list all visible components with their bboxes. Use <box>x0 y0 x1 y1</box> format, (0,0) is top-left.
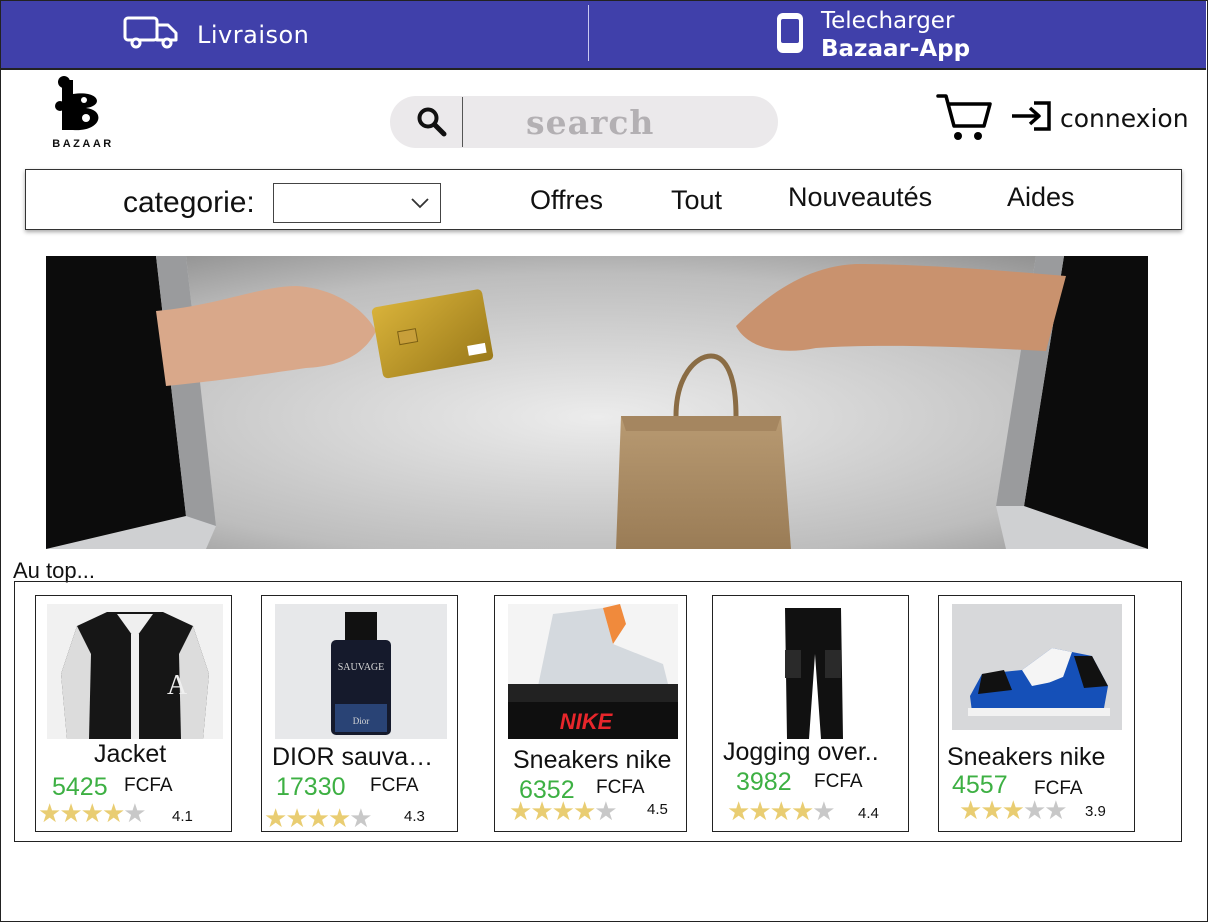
product-card[interactable]: Sneakers nike 4557 FCFA ★★★★★ 3.9 <box>938 595 1135 832</box>
product-card[interactable]: NIKE Sneakers nike 6352 FCFA ★★★★★ 4.5 <box>494 595 687 832</box>
star-filled-icon: ★ <box>285 803 308 833</box>
product-price: 3982 <box>736 768 792 796</box>
svg-text:NIKE: NIKE <box>560 709 614 734</box>
login-label: connexion <box>1060 104 1189 133</box>
svg-text:Dior: Dior <box>353 716 370 726</box>
star-rating: ★★★★★ <box>38 798 147 828</box>
star-filled-icon: ★ <box>1001 795 1025 825</box>
star-empty-icon: ★ <box>1044 795 1067 825</box>
product-currency: FCFA <box>124 775 173 796</box>
download-app-link[interactable]: Telecharger Bazaar-App <box>775 7 970 63</box>
star-rating: ★★★★★ <box>727 796 836 826</box>
search-icon[interactable] <box>416 106 448 143</box>
rating-value: 4.5 <box>647 801 668 818</box>
product-list: A Jacket 5425 FCFA ★★★★★ 4.1 SAUVAGE Dio… <box>14 581 1182 842</box>
phone-icon <box>775 11 805 60</box>
star-filled-icon: ★ <box>572 796 596 826</box>
svg-text:SAUVAGE: SAUVAGE <box>338 662 385 673</box>
star-filled-icon: ★ <box>509 796 532 826</box>
truck-icon <box>123 15 179 54</box>
star-empty-icon: ★ <box>1022 795 1046 825</box>
star-filled-icon: ★ <box>769 796 793 826</box>
rating-value: 3.9 <box>1085 803 1106 820</box>
search-separator <box>462 97 463 147</box>
star-filled-icon: ★ <box>959 795 982 825</box>
svg-text:A: A <box>167 670 188 701</box>
login-icon <box>1010 100 1052 137</box>
login-link[interactable]: connexion <box>1010 100 1189 137</box>
product-name: Sneakers nike <box>947 743 1106 771</box>
star-filled-icon: ★ <box>264 803 287 833</box>
product-price: 17330 <box>276 773 346 801</box>
product-currency: FCFA <box>814 771 863 792</box>
product-name: DIOR sauva… <box>272 743 434 771</box>
product-name: Jogging over.. <box>723 738 879 766</box>
star-rating: ★★★★★ <box>264 803 373 833</box>
star-filled-icon: ★ <box>790 796 814 826</box>
star-empty-icon: ★ <box>812 796 835 826</box>
delivery-link[interactable]: Livraison <box>123 15 309 54</box>
product-image: SAUVAGE Dior <box>275 604 447 739</box>
star-filled-icon: ★ <box>980 795 1003 825</box>
bazaar-logo-mark <box>55 76 99 131</box>
bazaar-logo[interactable]: BAZAAR <box>48 76 118 156</box>
star-filled-icon: ★ <box>551 796 575 826</box>
star-filled-icon: ★ <box>748 796 771 826</box>
star-filled-icon: ★ <box>306 803 330 833</box>
nav-link-nouveautes[interactable]: Nouveautés <box>788 182 932 213</box>
hero-banner[interactable] <box>46 256 1148 549</box>
hero-image <box>46 256 1148 549</box>
star-filled-icon: ★ <box>80 798 104 828</box>
search-input[interactable] <box>478 100 758 144</box>
star-empty-icon: ★ <box>123 798 146 828</box>
logo-text: BAZAAR <box>52 138 114 150</box>
star-rating: ★★★★★ <box>959 795 1068 825</box>
download-app-line1: Telecharger <box>821 8 955 34</box>
product-image: NIKE <box>508 604 678 739</box>
star-filled-icon: ★ <box>38 798 61 828</box>
product-card[interactable]: Jogging over.. 3982 FCFA ★★★★★ 4.4 <box>712 595 909 832</box>
star-filled-icon: ★ <box>101 798 125 828</box>
star-empty-icon: ★ <box>349 803 372 833</box>
product-image <box>952 604 1122 730</box>
rating-value: 4.3 <box>404 808 425 825</box>
product-card[interactable]: SAUVAGE Dior DIOR sauva… 17330 FCFA ★★★★… <box>261 595 458 832</box>
product-name: Sneakers nike <box>513 746 672 774</box>
nav-link-offres[interactable]: Offres <box>530 185 603 216</box>
product-image <box>727 604 898 739</box>
product-card[interactable]: A Jacket 5425 FCFA ★★★★★ 4.1 <box>35 595 232 832</box>
category-label: categorie: <box>123 186 255 219</box>
cart-icon <box>936 94 994 148</box>
nav-link-aides[interactable]: Aides <box>1007 182 1075 213</box>
star-filled-icon: ★ <box>327 803 351 833</box>
star-filled-icon: ★ <box>727 796 750 826</box>
star-filled-icon: ★ <box>59 798 82 828</box>
search-bar <box>390 96 778 148</box>
top-banner: Livraison Telecharger Bazaar-App <box>1 1 1206 70</box>
rating-value: 4.1 <box>172 808 193 825</box>
product-name: Jacket <box>94 740 167 768</box>
delivery-label: Livraison <box>197 20 310 49</box>
star-rating: ★★★★★ <box>509 796 618 826</box>
star-filled-icon: ★ <box>530 796 553 826</box>
category-select[interactable] <box>273 183 441 223</box>
cart-button[interactable] <box>936 92 994 149</box>
nav-link-tout[interactable]: Tout <box>671 185 722 216</box>
category-nav: categorie: Offres Tout Nouveautés Aides <box>25 169 1182 230</box>
star-empty-icon: ★ <box>594 796 617 826</box>
rating-value: 4.4 <box>858 805 879 822</box>
product-currency: FCFA <box>370 775 419 796</box>
download-app-line2: Bazaar-App <box>821 36 971 62</box>
banner-divider <box>588 5 589 61</box>
product-image: A <box>47 604 223 739</box>
chevron-down-icon <box>410 196 430 214</box>
